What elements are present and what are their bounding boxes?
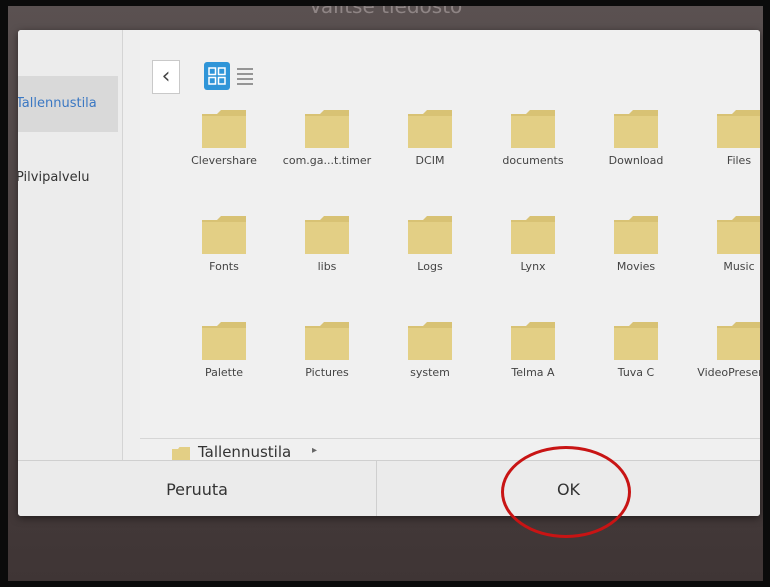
folder-item[interactable]: Logs (380, 216, 480, 273)
grid-view-icon (208, 67, 226, 85)
folder-icon (511, 322, 555, 360)
file-browser: ‹ Clevershare com.ga...t.timer DCIM docu… (140, 30, 760, 469)
folder-label: system (410, 366, 450, 379)
folder-item[interactable]: Clevershare (174, 110, 274, 167)
folder-item[interactable]: Tuva C (586, 322, 686, 379)
folder-item[interactable]: VideoPresenter (689, 322, 760, 379)
folder-label: DCIM (415, 154, 445, 167)
folder-icon (614, 216, 658, 254)
folder-icon (172, 447, 190, 461)
folder-item[interactable]: Palette (174, 322, 274, 379)
folder-icon (717, 110, 760, 148)
folder-icon (202, 110, 246, 148)
folder-icon (717, 216, 760, 254)
folder-label: Files (726, 154, 752, 167)
grid-view-button[interactable] (204, 62, 230, 90)
folder-label: Clevershare (191, 154, 257, 167)
cancel-button[interactable]: Peruuta (18, 461, 377, 516)
sidebar-item-pilvipalvelu[interactable]: Pilvipalvelu (18, 150, 118, 206)
sidebar: Tallennustila Pilvipalvelu (18, 30, 123, 460)
folder-item[interactable]: Pictures (277, 322, 377, 379)
folder-icon (511, 216, 555, 254)
folder-label: com.ga...t.timer (282, 154, 372, 167)
chevron-left-icon: ‹ (161, 64, 171, 89)
folder-item[interactable]: Lynx (483, 216, 583, 273)
folder-label: Fonts (209, 260, 239, 273)
folder-icon (717, 322, 760, 360)
dialog-button-bar: Peruuta OK (18, 460, 760, 516)
red-highlight-circle (501, 446, 631, 538)
folder-item[interactable]: DCIM (380, 110, 480, 167)
folder-label: VideoPresenter (697, 366, 760, 379)
folder-item[interactable]: Download (586, 110, 686, 167)
list-view-icon (237, 68, 253, 85)
folder-item[interactable]: Fonts (174, 216, 274, 273)
folder-icon (614, 110, 658, 148)
path-segment-tallennustila[interactable]: Tallennustila (198, 443, 291, 461)
folder-icon (202, 216, 246, 254)
folder-item[interactable]: Files (689, 110, 760, 167)
folder-label: Music (723, 260, 755, 273)
folder-label: Tuva C (617, 366, 655, 379)
device-screen: Valitse tiedosto Tallennustila Pilvipalv… (8, 6, 763, 581)
folder-icon (408, 110, 452, 148)
folder-item[interactable]: Telma A (483, 322, 583, 379)
folder-grid: Clevershare com.ga...t.timer DCIM documents… (174, 110, 760, 420)
folder-icon (202, 322, 246, 360)
folder-label: libs (317, 260, 337, 273)
folder-icon (305, 110, 349, 148)
folder-icon (511, 110, 555, 148)
folder-item[interactable]: com.ga...t.timer (277, 110, 377, 167)
folder-icon (408, 216, 452, 254)
folder-icon (614, 322, 658, 360)
folder-label: documents (502, 154, 564, 167)
sidebar-item-tallennustila[interactable]: Tallennustila (18, 76, 118, 132)
dialog-title: Valitse tiedosto (308, 6, 463, 18)
folder-item[interactable]: system (380, 322, 480, 379)
folder-icon (305, 216, 349, 254)
folder-label: Download (608, 154, 664, 167)
path-arrow-icon: ▸ (312, 445, 318, 456)
folder-item[interactable]: libs (277, 216, 377, 273)
folder-item[interactable]: Music (689, 216, 760, 273)
folder-item[interactable]: documents (483, 110, 583, 167)
file-picker-dialog: Tallennustila Pilvipalvelu ‹ Clevershare… (18, 30, 760, 516)
folder-label: Lynx (520, 260, 546, 273)
folder-label: Logs (417, 260, 443, 273)
folder-label: Movies (616, 260, 656, 273)
folder-icon (408, 322, 452, 360)
folder-item[interactable]: Movies (586, 216, 686, 273)
folder-label: Telma A (511, 366, 555, 379)
back-button[interactable]: ‹ (152, 60, 180, 94)
folder-icon (305, 322, 349, 360)
folder-label: Palette (204, 366, 244, 379)
list-view-button[interactable] (232, 60, 258, 92)
folder-label: Pictures (305, 366, 349, 379)
